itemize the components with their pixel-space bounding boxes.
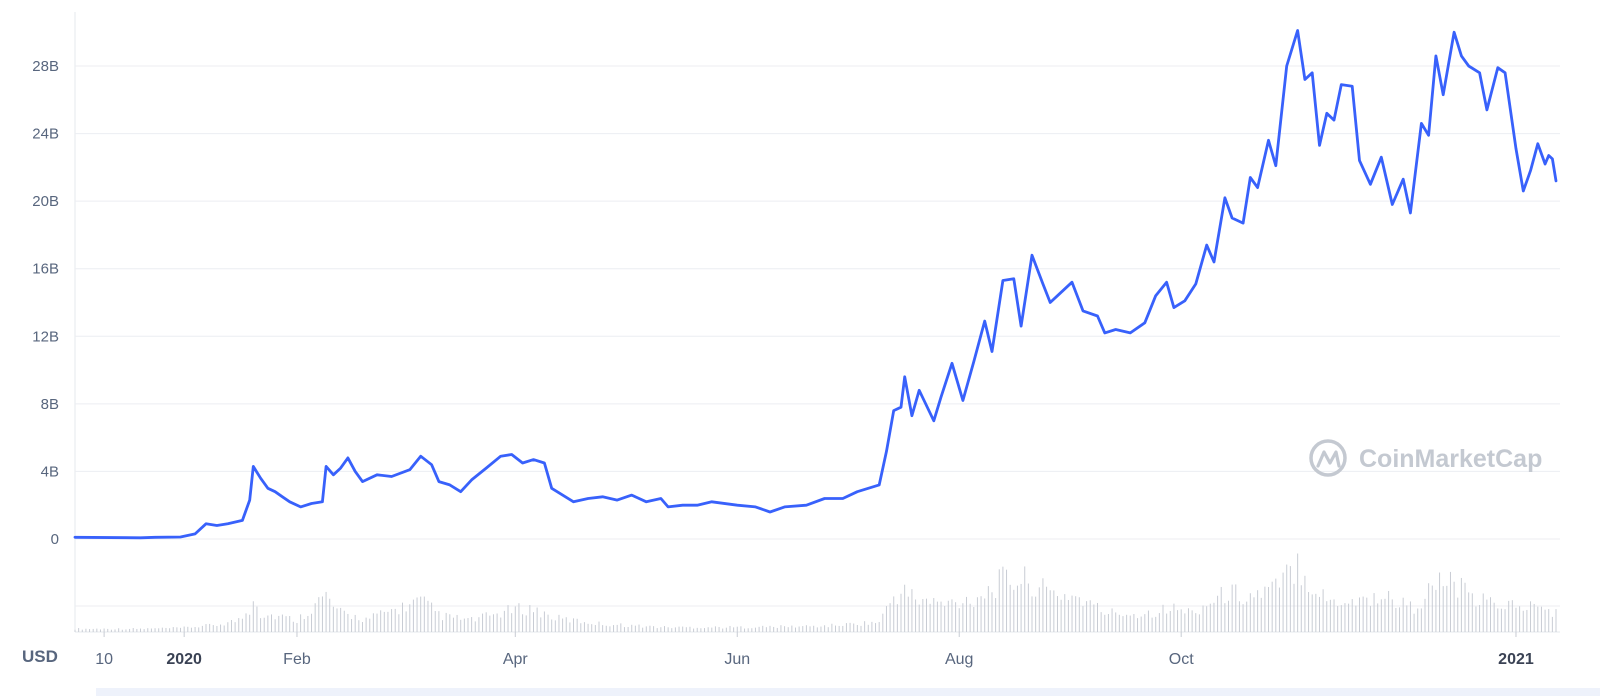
y-tick-label: 28B: [32, 58, 59, 75]
x-tick-label: Aug: [945, 651, 973, 668]
x-axis: 10 2020 Feb Apr Jun Aug Oct 2021: [95, 632, 1534, 668]
x-tick-label: Jun: [724, 651, 750, 668]
y-tick-label: 24B: [32, 126, 59, 143]
x-tick-label: 10: [95, 651, 113, 668]
y-tick-label: 16B: [32, 261, 59, 278]
x-tick-label: 2020: [166, 651, 202, 668]
range-scrollbar[interactable]: [96, 688, 1600, 696]
y-tick-label: 4B: [41, 463, 59, 480]
x-tick-label: 2021: [1498, 651, 1534, 668]
x-tick-label: Feb: [283, 651, 311, 668]
x-tick-label: Oct: [1169, 651, 1194, 668]
market-cap-line: [73, 29, 1558, 540]
y-tick-label: 0: [51, 531, 59, 548]
coinmarketcap-logo-icon: [1309, 439, 1347, 477]
y-tick-label: 12B: [32, 328, 59, 345]
y-tick-label: 20B: [32, 193, 59, 210]
y-tick-label: 8B: [41, 396, 59, 413]
watermark-text: CoinMarketCap: [1359, 445, 1542, 473]
y-axis: 0 4B 8B 12B 16B 20B 24B 28B: [32, 58, 59, 548]
currency-label: USD: [22, 647, 58, 666]
watermark: CoinMarketCap: [1309, 439, 1542, 477]
market-cap-chart: 0 4B 8B 12B 16B 20B 24B 28B CoinMarketCap 10 202…: [22, 12, 1560, 668]
x-tick-label: Apr: [503, 651, 529, 668]
volume-bars: [74, 553, 1557, 632]
